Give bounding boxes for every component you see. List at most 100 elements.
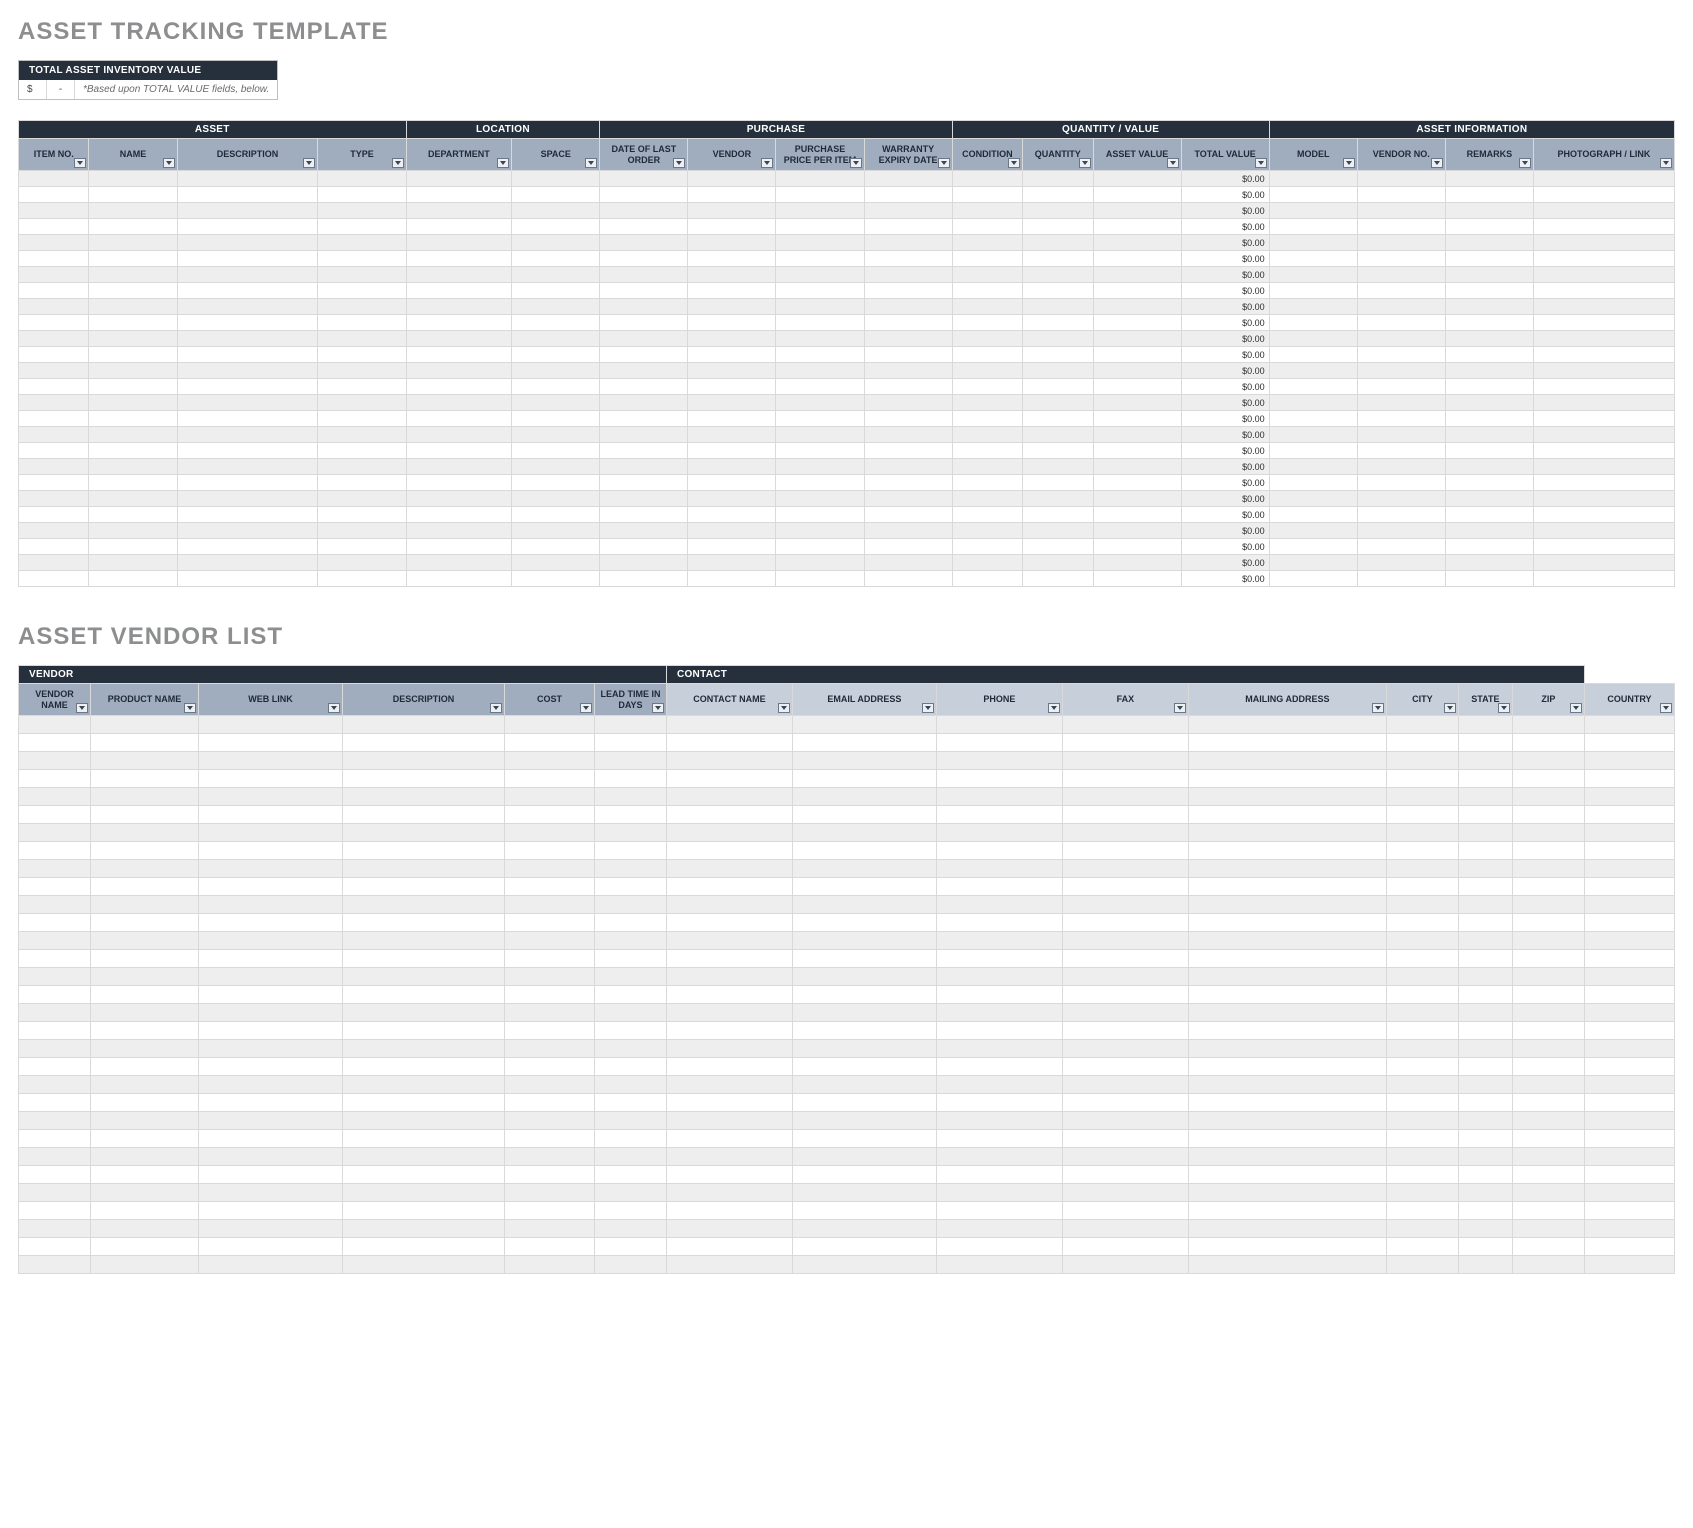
table-cell[interactable]	[666, 1112, 792, 1130]
table-cell[interactable]	[512, 507, 600, 523]
table-cell[interactable]	[198, 1256, 342, 1274]
table-cell[interactable]	[90, 716, 198, 734]
table-cell[interactable]	[1188, 1166, 1386, 1184]
table-cell[interactable]	[666, 806, 792, 824]
table-cell[interactable]	[198, 878, 342, 896]
table-cell[interactable]	[1533, 299, 1674, 315]
table-cell[interactable]	[1269, 187, 1357, 203]
table-cell[interactable]	[19, 411, 89, 427]
table-cell[interactable]	[1458, 1004, 1512, 1022]
table-cell[interactable]	[776, 475, 864, 491]
table-cell[interactable]	[318, 491, 406, 507]
table-cell[interactable]	[342, 716, 504, 734]
table-cell[interactable]	[952, 379, 1022, 395]
table-cell[interactable]	[19, 1166, 91, 1184]
table-cell[interactable]	[1357, 507, 1445, 523]
table-cell[interactable]	[1023, 539, 1093, 555]
table-cell[interactable]	[177, 267, 318, 283]
table-cell[interactable]	[19, 443, 89, 459]
table-cell[interactable]	[792, 1184, 936, 1202]
table-cell[interactable]	[1386, 788, 1458, 806]
table-cell[interactable]	[776, 299, 864, 315]
table-cell[interactable]	[1458, 752, 1512, 770]
table-cell[interactable]	[89, 347, 177, 363]
table-cell[interactable]	[1445, 331, 1533, 347]
table-cell[interactable]	[936, 950, 1062, 968]
table-cell[interactable]	[594, 1022, 666, 1040]
table-cell[interactable]	[1445, 539, 1533, 555]
table-cell[interactable]	[504, 1040, 594, 1058]
table-cell[interactable]	[952, 475, 1022, 491]
table-cell[interactable]	[936, 986, 1062, 1004]
filter-dropdown-icon[interactable]	[1660, 158, 1672, 168]
table-cell[interactable]	[1062, 914, 1188, 932]
table-cell[interactable]	[90, 1220, 198, 1238]
table-cell[interactable]	[1512, 1112, 1584, 1130]
table-cell[interactable]	[90, 1148, 198, 1166]
table-cell[interactable]	[342, 860, 504, 878]
table-cell[interactable]	[19, 395, 89, 411]
table-cell[interactable]	[952, 523, 1022, 539]
table-cell[interactable]	[342, 1130, 504, 1148]
table-cell[interactable]	[1445, 363, 1533, 379]
table-cell[interactable]	[594, 950, 666, 968]
table-cell[interactable]	[318, 411, 406, 427]
table-cell[interactable]	[89, 235, 177, 251]
table-cell[interactable]	[1062, 950, 1188, 968]
table-cell[interactable]	[1458, 716, 1512, 734]
table-cell[interactable]	[89, 251, 177, 267]
table-cell[interactable]	[792, 1094, 936, 1112]
table-cell[interactable]	[504, 1220, 594, 1238]
table-cell[interactable]	[600, 363, 688, 379]
table-cell[interactable]	[1062, 1094, 1188, 1112]
table-cell[interactable]: $0.00	[1181, 507, 1269, 523]
table-cell[interactable]	[1062, 788, 1188, 806]
table-cell[interactable]	[1188, 968, 1386, 986]
table-cell[interactable]	[1533, 395, 1674, 411]
table-cell[interactable]	[1512, 1148, 1584, 1166]
table-cell[interactable]	[512, 363, 600, 379]
table-cell[interactable]	[1533, 235, 1674, 251]
table-cell[interactable]	[1062, 860, 1188, 878]
table-cell[interactable]	[1269, 347, 1357, 363]
table-cell[interactable]	[776, 203, 864, 219]
table-cell[interactable]	[19, 171, 89, 187]
table-cell[interactable]	[776, 235, 864, 251]
table-cell[interactable]	[594, 968, 666, 986]
table-row[interactable]	[19, 842, 1675, 860]
table-row[interactable]: $0.00	[19, 187, 1675, 203]
table-cell[interactable]	[342, 968, 504, 986]
table-cell[interactable]	[512, 427, 600, 443]
filter-dropdown-icon[interactable]	[1174, 703, 1186, 713]
table-cell[interactable]	[1512, 1184, 1584, 1202]
table-cell[interactable]	[19, 770, 91, 788]
table-cell[interactable]	[1533, 571, 1674, 587]
table-cell[interactable]	[1584, 896, 1674, 914]
table-cell[interactable]	[19, 187, 89, 203]
table-cell[interactable]	[1458, 842, 1512, 860]
table-cell[interactable]	[1584, 878, 1674, 896]
table-cell[interactable]	[1584, 986, 1674, 1004]
table-cell[interactable]	[776, 507, 864, 523]
table-cell[interactable]	[19, 878, 91, 896]
table-cell[interactable]	[1386, 734, 1458, 752]
table-row[interactable]: $0.00	[19, 411, 1675, 427]
table-cell[interactable]	[1357, 491, 1445, 507]
table-cell[interactable]	[318, 443, 406, 459]
table-cell[interactable]	[864, 539, 952, 555]
filter-dropdown-icon[interactable]	[392, 158, 404, 168]
table-cell[interactable]	[792, 1220, 936, 1238]
table-cell[interactable]	[1533, 523, 1674, 539]
table-cell[interactable]: $0.00	[1181, 379, 1269, 395]
table-cell[interactable]	[1269, 411, 1357, 427]
table-cell[interactable]	[1023, 443, 1093, 459]
table-cell[interactable]	[1093, 555, 1181, 571]
table-cell[interactable]	[318, 331, 406, 347]
table-row[interactable]: $0.00	[19, 395, 1675, 411]
table-cell[interactable]	[792, 860, 936, 878]
table-cell[interactable]	[792, 1112, 936, 1130]
table-cell[interactable]	[1386, 932, 1458, 950]
table-cell[interactable]	[90, 1202, 198, 1220]
table-cell[interactable]	[1512, 1202, 1584, 1220]
table-cell[interactable]	[1445, 523, 1533, 539]
